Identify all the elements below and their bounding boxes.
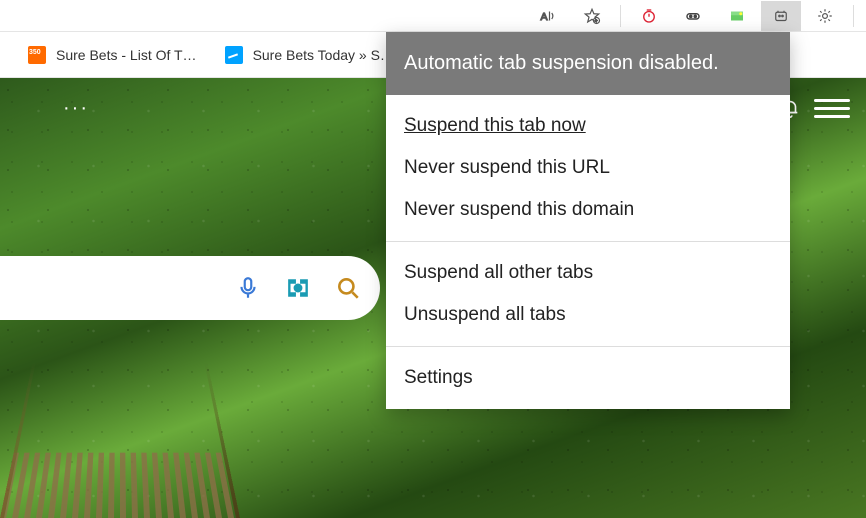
infinity-extension-icon[interactable] [673, 1, 713, 31]
bookmark-favicon [28, 46, 46, 64]
menu-dots-icon[interactable]: ··· [60, 92, 92, 124]
popup-settings-item[interactable]: Settings [386, 357, 790, 399]
search-bar[interactable] [0, 256, 380, 320]
bookmark-item[interactable]: Sure Bets Today » S… [225, 46, 394, 64]
voice-search-icon[interactable] [234, 274, 262, 302]
popup-section: Suspend all other tabs Unsuspend all tab… [386, 242, 790, 346]
browser-settings-icon[interactable] [805, 1, 845, 31]
toolbar-divider [620, 5, 621, 27]
bookmark-label: Sure Bets - List Of T… [56, 47, 197, 63]
image-search-icon[interactable] [284, 274, 312, 302]
read-aloud-icon[interactable]: A [528, 1, 568, 31]
screenshot-extension-icon[interactable] [717, 1, 757, 31]
search-icon[interactable] [334, 274, 362, 302]
tab-suspender-extension-icon[interactable] [761, 1, 801, 31]
hamburger-menu-icon[interactable] [814, 92, 850, 124]
browser-toolbar: A [0, 0, 866, 32]
popup-section: Suspend this tab now Never suspend this … [386, 95, 790, 241]
popup-header: Automatic tab suspension disabled. [386, 32, 790, 95]
popup-section: Settings [386, 347, 790, 409]
toolbar-divider [853, 5, 854, 27]
never-suspend-domain-item[interactable]: Never suspend this domain [386, 189, 790, 231]
suspend-this-tab-item[interactable]: Suspend this tab now [386, 105, 790, 147]
timer-extension-icon[interactable] [629, 1, 669, 31]
bookmark-item[interactable]: Sure Bets - List Of T… [28, 46, 197, 64]
background-bridge [0, 363, 240, 518]
bookmark-label: Sure Bets Today » S… [253, 47, 394, 63]
unsuspend-all-tabs-item[interactable]: Unsuspend all tabs [386, 294, 790, 336]
bookmark-favicon [225, 46, 243, 64]
svg-text:A: A [541, 10, 548, 22]
tab-suspender-popup: Automatic tab suspension disabled. Suspe… [386, 32, 790, 409]
favorites-icon[interactable] [572, 1, 612, 31]
never-suspend-url-item[interactable]: Never suspend this URL [386, 147, 790, 189]
suspend-other-tabs-item[interactable]: Suspend all other tabs [386, 252, 790, 294]
